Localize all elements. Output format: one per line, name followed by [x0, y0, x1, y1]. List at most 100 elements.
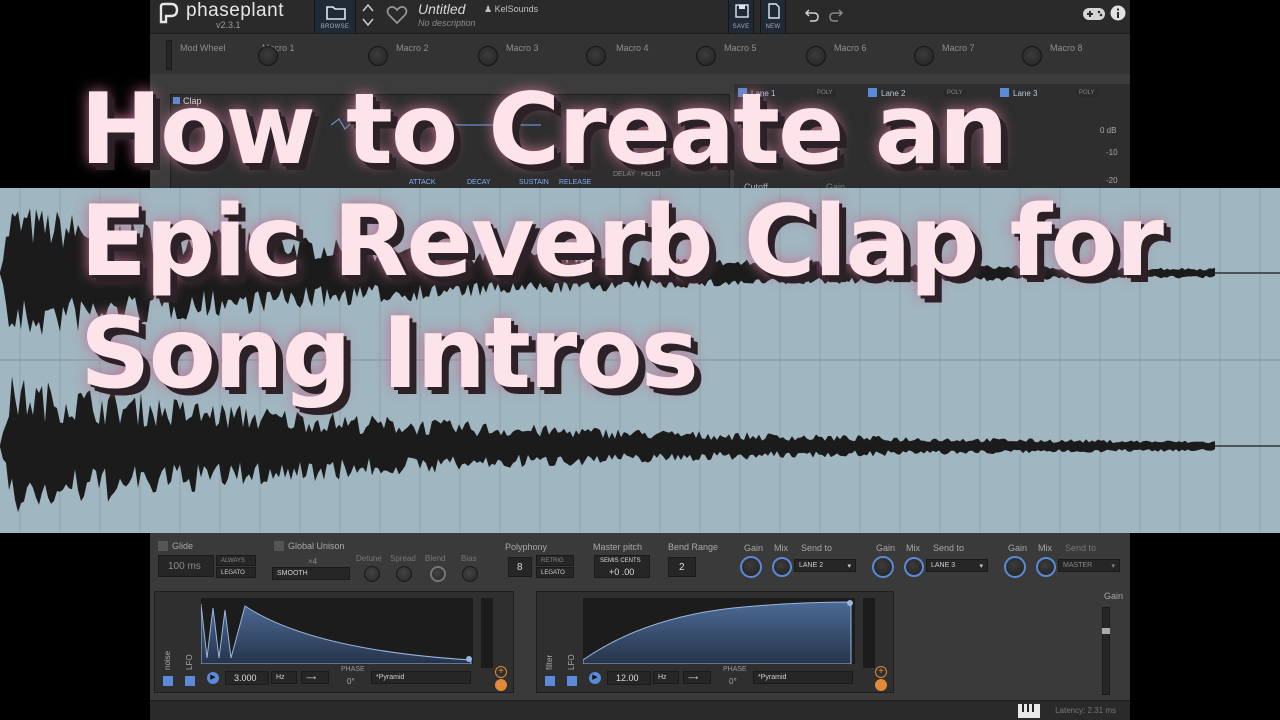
- lane-1-mix-label: Mix: [774, 543, 788, 553]
- new-button[interactable]: NEW: [760, 0, 786, 33]
- info-icon[interactable]: [1110, 5, 1126, 21]
- lfo-2-target-checkbox[interactable]: [545, 676, 555, 686]
- lfo-1-target-checkbox[interactable]: [163, 676, 173, 686]
- lfo-2-shape-select[interactable]: *Pyramid: [753, 671, 853, 684]
- polyphony-legato-button[interactable]: LEGATO: [536, 567, 574, 578]
- redo-icon[interactable]: [828, 7, 844, 23]
- lfo-1-type-tag: LFO: [185, 654, 194, 670]
- preset-nav: [358, 0, 378, 33]
- unison-spread-knob[interactable]: [396, 566, 412, 582]
- lfo-1-graph[interactable]: [200, 598, 473, 665]
- app-name: phaseplant: [186, 0, 284, 21]
- lane-2-mix-knob[interactable]: [904, 557, 924, 577]
- lfo-2-graph[interactable]: [582, 598, 855, 665]
- macro-6-knob[interactable]: [806, 46, 826, 66]
- lfo-2-phase-value[interactable]: 0°: [729, 677, 737, 686]
- lfo-2-mode-select[interactable]: ⟶: [683, 671, 711, 684]
- unison-detune-label: Detune: [356, 554, 382, 563]
- gamepad-icon[interactable]: [1082, 7, 1106, 21]
- unison-voices[interactable]: ×4: [308, 557, 317, 566]
- unison-blend-knob[interactable]: [430, 566, 446, 582]
- lane-2-send-select[interactable]: LANE 3 ▾: [926, 559, 988, 572]
- lfo-1-rate-field[interactable]: 3.000: [225, 671, 269, 685]
- lane-1-mix-knob[interactable]: [772, 557, 792, 577]
- user-icon: ♟: [484, 4, 495, 14]
- bend-range-label: Bend Range: [668, 542, 719, 552]
- lfo-panel-noise: noise LFO ▶ 3.000 Hz ⟶ PHASE 0° *Pyramid: [154, 591, 514, 693]
- macro-4-knob[interactable]: [586, 46, 606, 66]
- unison-detune-knob[interactable]: [364, 566, 380, 582]
- macro-7: Macro 7: [912, 34, 1012, 74]
- new-label: NEW: [765, 24, 781, 30]
- bend-range-field[interactable]: 2: [668, 557, 696, 577]
- lane-3-send-select[interactable]: MASTER ▾: [1058, 559, 1120, 572]
- lane-3-gain-label: Gain: [1008, 543, 1028, 553]
- lfo-1-shape-select[interactable]: *Pyramid: [371, 671, 471, 684]
- polyphony-field[interactable]: 8: [508, 557, 532, 577]
- lfo-1-enable-checkbox[interactable]: [185, 676, 195, 686]
- title-line-1: How to Create an: [80, 73, 1008, 187]
- chevron-down-icon[interactable]: [362, 18, 374, 27]
- video-title-overlay: How to Create an Epic Reverb Clap for So…: [80, 74, 1260, 410]
- lfo-2-add-icon[interactable]: +: [875, 666, 887, 678]
- glide-legato-button[interactable]: LEGATO: [216, 567, 256, 578]
- chevron-up-icon[interactable]: [362, 3, 374, 12]
- lane-2-sendto-label: Send to: [933, 543, 965, 553]
- dropdown-arrow-icon: ▾: [1111, 563, 1115, 570]
- lane-3-sendto-label: Send to: [1065, 543, 1097, 553]
- lfo-1-phase-value[interactable]: 0°: [347, 677, 355, 686]
- macro-1-knob[interactable]: [258, 46, 278, 66]
- piano-keyboard-icon[interactable]: [1018, 704, 1040, 718]
- lfo-1-mode-select[interactable]: ⟶: [301, 671, 329, 684]
- lfo-panel-filter: filter LFO ▶ 12.00 Hz ⟶ PHASE 0° *Pyrami…: [536, 591, 894, 693]
- macro-5: Macro 5: [694, 34, 794, 74]
- global-unison-checkbox[interactable]: [274, 541, 284, 551]
- lfo-1-add-icon[interactable]: +: [495, 666, 507, 678]
- mod-wheel-label: Mod Wheel: [180, 43, 226, 53]
- lfo-2-unit-select[interactable]: Hz: [653, 671, 679, 684]
- dropdown-arrow-icon: ▾: [847, 563, 851, 570]
- lfo-1-zoom-strip[interactable]: [481, 598, 493, 668]
- macro-7-knob[interactable]: [914, 46, 934, 66]
- macro-2-knob[interactable]: [368, 46, 388, 66]
- lfo-1-link-icon[interactable]: [495, 679, 507, 691]
- mod-wheel-slider[interactable]: [166, 40, 172, 70]
- lane-2-gain-knob[interactable]: [872, 556, 894, 578]
- arrow-right-icon: ⟶: [306, 675, 317, 682]
- macro-3-knob[interactable]: [478, 46, 498, 66]
- lfo-2-play-icon[interactable]: ▶: [589, 672, 601, 684]
- glide-time-field[interactable]: 100 ms: [158, 555, 214, 577]
- lfo-2-rate-field[interactable]: 12.00: [607, 671, 651, 685]
- macro-2: Macro 2: [366, 34, 466, 74]
- save-button[interactable]: SAVE: [728, 0, 754, 33]
- lfo-1-unit-select[interactable]: Hz: [271, 671, 297, 684]
- lane-3-gain-knob[interactable]: [1004, 556, 1026, 578]
- undo-icon[interactable]: [804, 7, 820, 23]
- preset-description[interactable]: No description: [418, 18, 476, 28]
- browse-button[interactable]: BROWSE: [314, 0, 356, 33]
- polyphony-retrig-button[interactable]: RETRIG: [536, 555, 574, 566]
- lane-2-mix-label: Mix: [906, 543, 920, 553]
- lfo-2-zoom-strip[interactable]: [863, 598, 875, 668]
- master-pitch-field[interactable]: SEMIS CENTS +0 .00: [594, 555, 650, 578]
- unison-mode-select[interactable]: SMOOTH: [272, 567, 350, 580]
- lane-3-mix-knob[interactable]: [1036, 557, 1056, 577]
- glide-checkbox[interactable]: [158, 541, 168, 551]
- master-gain-handle[interactable]: [1102, 628, 1110, 634]
- macro-8-knob[interactable]: [1022, 46, 1042, 66]
- lfo-2-link-icon[interactable]: [875, 679, 887, 691]
- glide-label: Glide: [172, 541, 194, 551]
- macro-5-knob[interactable]: [696, 46, 716, 66]
- unison-bias-knob[interactable]: [462, 566, 478, 582]
- lfo-1-phase-label: PHASE: [341, 666, 365, 673]
- glide-always-button[interactable]: ALWAYS: [216, 555, 256, 566]
- master-gain-slider[interactable]: [1102, 607, 1110, 695]
- preset-author[interactable]: ♟ KelSounds: [484, 4, 538, 15]
- heart-icon[interactable]: [386, 5, 408, 25]
- lane-2-gain-label: Gain: [876, 543, 896, 553]
- lane-1-gain-knob[interactable]: [740, 556, 762, 578]
- lane-1-send-select[interactable]: LANE 2 ▾: [794, 559, 856, 572]
- preset-title[interactable]: Untitled: [418, 1, 465, 17]
- lfo-2-enable-checkbox[interactable]: [567, 676, 577, 686]
- lfo-1-play-icon[interactable]: ▶: [207, 672, 219, 684]
